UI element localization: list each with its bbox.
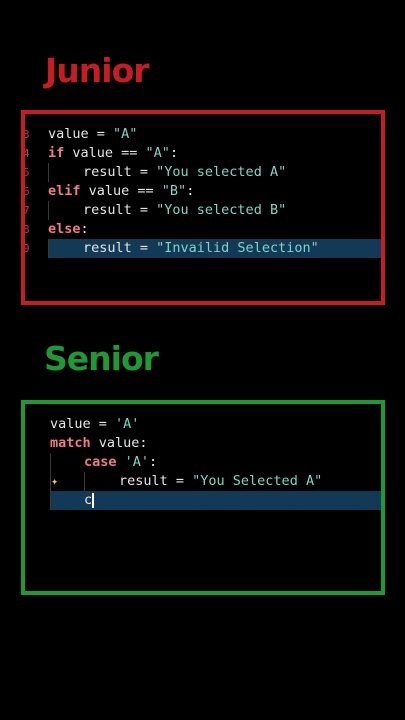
line-number: 4 <box>23 147 29 160</box>
code-token: match <box>50 435 91 451</box>
code-token: : <box>186 183 195 199</box>
line-number: 5 <box>23 166 29 179</box>
code-line: case 'A': <box>25 453 381 472</box>
code-token: : <box>169 145 179 161</box>
code-token: case <box>84 454 117 470</box>
code-token: = <box>88 126 114 142</box>
code-token: "You Selected A" <box>192 473 323 489</box>
senior-code-editor[interactable]: value = 'A' match value: case 'A': ✦ res… <box>25 415 381 510</box>
code-token: result = <box>83 202 157 218</box>
code-line-content: value = 'A' <box>50 415 139 434</box>
code-line-content: elif value == "B": <box>48 182 194 201</box>
junior-code-editor[interactable]: 3 value = "A" 4 if value == "A": 5 resul… <box>25 125 381 258</box>
code-token: 'A' <box>124 454 150 470</box>
code-token: "A" <box>113 126 138 142</box>
code-line: 3 value = "A" <box>25 125 381 144</box>
code-token: if <box>48 145 65 161</box>
senior-heading: Senior <box>44 339 159 378</box>
line-number: 9 <box>23 242 29 255</box>
code-token: : <box>149 454 158 470</box>
indent-guide <box>84 472 85 491</box>
code-token: result = <box>83 164 157 180</box>
code-token: "You selected A" <box>156 164 287 180</box>
code-token: else <box>48 221 81 237</box>
code-line-content: value = "A" <box>48 125 137 144</box>
code-token: result = <box>119 473 193 489</box>
code-token: "Invailid Selection" <box>156 240 319 256</box>
line-number: 7 <box>23 204 29 217</box>
code-token: "You selected B" <box>156 202 287 218</box>
senior-code-panel[interactable]: value = 'A' match value: case 'A': ✦ res… <box>21 400 385 595</box>
indent-guide <box>48 201 49 220</box>
code-token: c <box>84 492 93 508</box>
code-token: elif <box>48 183 81 199</box>
code-token: "B" <box>161 183 187 199</box>
code-line-content: result = "You selected A" <box>83 163 286 182</box>
code-token: value: <box>90 435 148 451</box>
line-number: 3 <box>23 128 29 141</box>
code-line: ✦ result = "You Selected A" <box>25 472 381 491</box>
code-line-current[interactable]: c <box>25 491 381 510</box>
code-line-content: c <box>84 491 94 510</box>
indent-guide <box>50 491 51 510</box>
line-number: 8 <box>23 223 29 236</box>
code-line: 7 result = "You selected B" <box>25 201 381 220</box>
junior-heading: Junior <box>45 51 150 90</box>
code-token: : <box>80 221 89 237</box>
code-line-content: result = "You Selected A" <box>119 472 322 491</box>
code-token: value <box>50 416 91 432</box>
code-token: value == <box>64 145 146 161</box>
sparkle-icon[interactable]: ✦ <box>51 473 58 490</box>
indent-guide <box>48 163 49 182</box>
code-line-content: case 'A': <box>84 453 157 472</box>
indent-guide <box>50 453 51 472</box>
code-line: 5 result = "You selected A" <box>25 163 381 182</box>
code-line-content: if value == "A": <box>48 144 178 163</box>
code-line: 8 else: <box>25 220 381 239</box>
code-line-content: result = "Invailid Selection" <box>83 239 319 258</box>
code-line-content: else: <box>48 220 89 239</box>
code-line-content: result = "You selected B" <box>83 201 286 220</box>
line-number: 6 <box>23 185 29 198</box>
code-token: value == <box>80 183 162 199</box>
code-line: value = 'A' <box>25 415 381 434</box>
code-line-content: match value: <box>50 434 148 453</box>
indent-guide <box>50 472 51 491</box>
code-token: result = <box>83 240 157 256</box>
code-token: = <box>90 416 116 432</box>
code-token: "A" <box>145 145 170 161</box>
code-token: value <box>48 126 89 142</box>
code-line: 6 elif value == "B": <box>25 182 381 201</box>
code-line-current[interactable]: 9 result = "Invailid Selection" <box>25 239 381 258</box>
code-line: match value: <box>25 434 381 453</box>
code-token: 'A' <box>115 416 140 432</box>
indent-guide <box>48 239 49 258</box>
junior-code-panel[interactable]: 3 value = "A" 4 if value == "A": 5 resul… <box>21 110 385 305</box>
current-line-highlight <box>50 491 381 510</box>
text-cursor <box>92 492 94 508</box>
code-line: 4 if value == "A": <box>25 144 381 163</box>
